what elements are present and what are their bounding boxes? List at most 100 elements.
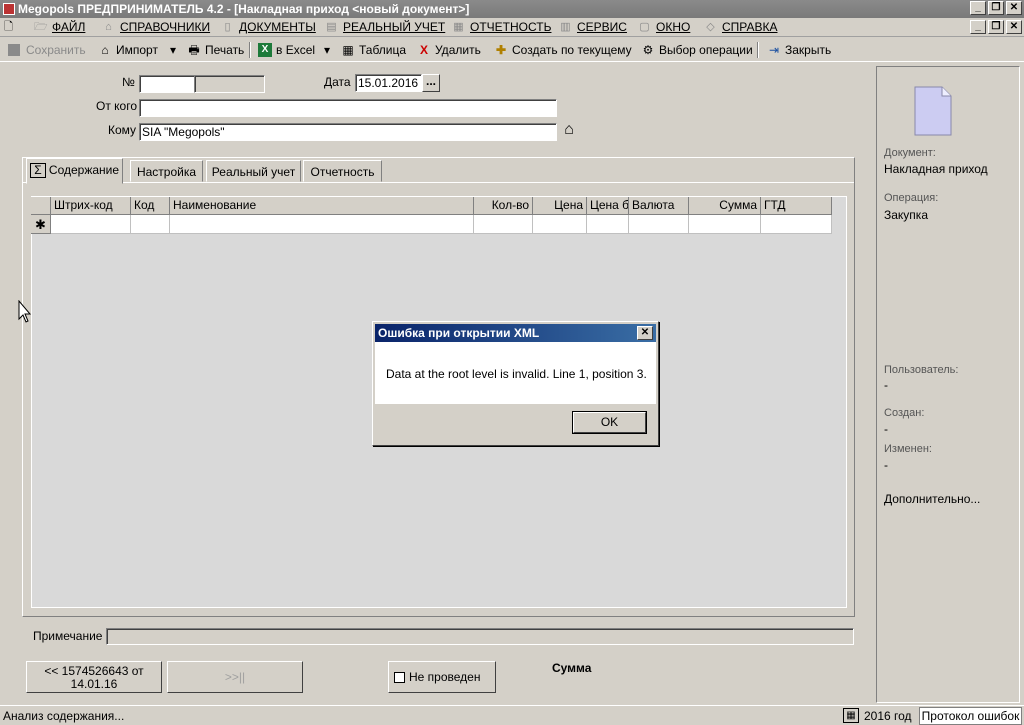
note-field[interactable] bbox=[106, 628, 854, 645]
import-icon: ⌂ bbox=[101, 43, 109, 57]
user-label: Пользователь: bbox=[884, 364, 959, 376]
table-icon: ▦ bbox=[342, 43, 354, 57]
close-window-button[interactable]: ✕ bbox=[1006, 1, 1022, 15]
created-value: - bbox=[884, 422, 888, 436]
tab-reports[interactable]: Отчетность bbox=[303, 160, 382, 182]
sum-label: Сумма bbox=[552, 661, 592, 675]
import-button[interactable]: ⌂ Импорт bbox=[98, 41, 158, 59]
from-field[interactable] bbox=[139, 99, 557, 117]
date-field[interactable]: 15.01.2016 bbox=[355, 74, 422, 92]
close-document-button[interactable]: ⇥ Закрыть bbox=[767, 41, 831, 59]
create-from-current-button[interactable]: ✚ Создать по текущему bbox=[494, 41, 632, 59]
menu-help[interactable]: ◇ СПРАВКА bbox=[702, 18, 777, 37]
next-document-button[interactable]: >>|| bbox=[167, 661, 303, 693]
grid-cell[interactable] bbox=[474, 215, 533, 234]
printer-icon: 🖶 bbox=[188, 43, 200, 57]
grid-corner bbox=[31, 197, 51, 215]
to-field[interactable]: SIA "Megopols" bbox=[139, 123, 557, 141]
menu-new-icon[interactable]: 🗋 bbox=[0, 18, 20, 37]
status-bar: Анализ содержания... ▦ 2016 год Протокол… bbox=[0, 705, 1024, 725]
number-label: № bbox=[122, 75, 135, 89]
menu-references[interactable]: ⌂ СПРАВОЧНИКИ bbox=[100, 18, 210, 37]
from-label: От кого bbox=[96, 99, 138, 113]
excel-dropdown-button[interactable]: ▾ bbox=[324, 41, 334, 59]
import-dropdown-button[interactable]: ▾ bbox=[170, 41, 180, 59]
document-type-value: Накладная приход bbox=[884, 162, 988, 176]
dialog-body: Data at the root level is invalid. Line … bbox=[375, 342, 656, 404]
delete-icon: X bbox=[419, 43, 428, 57]
calculator-icon: ▥ bbox=[560, 21, 571, 33]
exit-icon: ⇥ bbox=[768, 43, 780, 57]
tab-settings[interactable]: Настройка bbox=[130, 160, 203, 182]
save-icon bbox=[8, 44, 20, 56]
dialog-close-button[interactable]: ✕ bbox=[637, 326, 653, 340]
print-button[interactable]: 🖶 Печать bbox=[187, 41, 244, 59]
to-label: Кому bbox=[108, 123, 137, 137]
column-header[interactable]: Наименование bbox=[170, 197, 474, 215]
ledger-icon: ▤ bbox=[326, 21, 337, 33]
grid-cell[interactable] bbox=[629, 215, 689, 234]
save-button[interactable]: Сохранить bbox=[8, 41, 86, 59]
menu-service[interactable]: ▥ СЕРВИС bbox=[557, 18, 627, 37]
number-field[interactable] bbox=[139, 75, 195, 93]
child-close-button[interactable]: ✕ bbox=[1006, 20, 1022, 34]
window-icon: ▢ bbox=[639, 21, 650, 33]
date-picker-button[interactable]: ... bbox=[422, 74, 440, 92]
created-label: Создан: bbox=[884, 407, 925, 419]
excel-button[interactable]: Xв Excel bbox=[258, 41, 315, 59]
column-header[interactable]: Цена б bbox=[587, 197, 629, 215]
plus-icon: ✚ bbox=[495, 43, 507, 57]
previous-document-button[interactable]: << 1574526643 от 14.01.16 bbox=[26, 661, 162, 693]
grid-cell[interactable] bbox=[587, 215, 629, 234]
new-row-marker: ✱ bbox=[31, 215, 51, 234]
menu-file[interactable]: 🗁 ФАЙЛ bbox=[32, 18, 85, 37]
child-minimize-button[interactable]: _ bbox=[970, 20, 986, 34]
checkbox-icon bbox=[394, 672, 405, 684]
tab-content[interactable]: Σ Содержание bbox=[26, 158, 123, 184]
child-restore-button[interactable]: ❐ bbox=[988, 20, 1004, 34]
column-header[interactable]: Штрих-код bbox=[51, 197, 131, 215]
column-header[interactable]: ГТД bbox=[761, 197, 832, 215]
tab-real-accounting[interactable]: Реальный учет bbox=[206, 160, 301, 182]
file-icon: 🗁 bbox=[34, 21, 48, 33]
column-header[interactable]: Валюта bbox=[629, 197, 689, 215]
app-icon bbox=[3, 3, 15, 15]
menu-reports[interactable]: ▦ ОТЧЕТНОСТЬ bbox=[450, 18, 551, 37]
column-header[interactable]: Код bbox=[131, 197, 170, 215]
modified-label: Изменен: bbox=[884, 443, 932, 455]
toolbar: Сохранить ⌂ Импорт ▾ 🖶 Печать Xв Excel ▾ ▦… bbox=[0, 38, 1024, 62]
dialog-ok-button[interactable]: OK bbox=[572, 411, 647, 434]
menu-documents[interactable]: ▯ ДОКУМЕНТЫ bbox=[219, 18, 315, 37]
column-header[interactable]: Сумма bbox=[689, 197, 761, 215]
home-icon[interactable]: ⌂ bbox=[560, 121, 578, 139]
more-details-link[interactable]: Дополнительно... bbox=[884, 492, 980, 506]
table-button[interactable]: ▦ Таблица bbox=[341, 41, 406, 59]
column-header[interactable]: Цена bbox=[533, 197, 587, 215]
grid-cell[interactable] bbox=[51, 215, 131, 234]
dialog-title: Ошибка при открытии XML bbox=[378, 326, 540, 340]
restore-button[interactable]: ❐ bbox=[988, 1, 1004, 15]
calendar-icon: ▦ bbox=[843, 708, 859, 723]
grid-cell[interactable] bbox=[689, 215, 761, 234]
error-dialog: Ошибка при открытии XML ✕ Data at the ro… bbox=[372, 321, 659, 446]
date-label: Дата bbox=[324, 75, 351, 89]
document-icon bbox=[914, 86, 952, 139]
number-suffix-field bbox=[194, 75, 265, 93]
menu-window[interactable]: ▢ ОКНО bbox=[636, 18, 690, 37]
menu-real-accounting[interactable]: ▤ РЕАЛЬНЫЙ УЧЕТ bbox=[323, 18, 445, 37]
error-log-button[interactable]: Протокол ошибок bbox=[919, 707, 1022, 725]
user-value: - bbox=[884, 378, 888, 392]
grid-cell[interactable] bbox=[131, 215, 170, 234]
column-header[interactable]: Кол-во bbox=[474, 197, 533, 215]
grid-cell[interactable] bbox=[533, 215, 587, 234]
select-operation-button[interactable]: ⚙ Выбор операции bbox=[641, 41, 753, 59]
minimize-button[interactable]: _ bbox=[970, 1, 986, 15]
window-title: Megopols ПРЕДПРИНИМАТЕЛЬ 4.2 - [Накладна… bbox=[18, 2, 470, 16]
title-bar: Megopols ПРЕДПРИНИМАТЕЛЬ 4.2 - [Накладна… bbox=[0, 0, 1024, 18]
delete-button[interactable]: X Удалить bbox=[417, 41, 481, 59]
grid-cell[interactable] bbox=[761, 215, 832, 234]
grid-cell[interactable] bbox=[170, 215, 474, 234]
mouse-cursor-icon bbox=[18, 299, 32, 327]
status-message: Анализ содержания... bbox=[3, 709, 125, 723]
posted-toggle[interactable]: Не проведен bbox=[388, 661, 496, 693]
